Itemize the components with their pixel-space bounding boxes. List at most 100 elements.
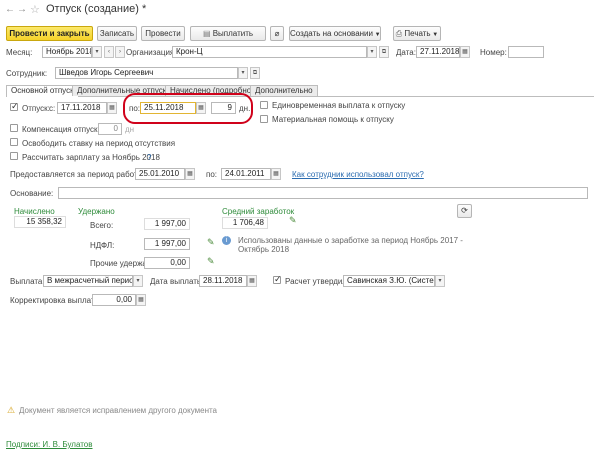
one-time-payment-label: Единовременная выплата к отпуску: [272, 101, 406, 110]
payout-field[interactable]: В межрасчетный период: [43, 275, 133, 287]
period-to-calendar-button[interactable]: ▦: [271, 168, 281, 180]
approver-field[interactable]: Савинская З.Ю. (Системный: [343, 275, 435, 287]
material-help-checkbox[interactable]: [260, 115, 268, 123]
leave-days-field[interactable]: 9: [211, 102, 236, 114]
tabs-underline: [6, 96, 594, 97]
one-time-payment-checkbox[interactable]: [260, 101, 268, 109]
ndfl-edit-icon[interactable]: ✎: [207, 237, 215, 248]
chevron-down-icon: ▼: [430, 32, 439, 38]
info-text-line1: Использованы данные о заработке за перио…: [238, 236, 463, 245]
post-and-close-button[interactable]: Провести и закрыть: [6, 26, 93, 41]
to-label: по:: [129, 104, 141, 113]
pay-label: Выплатить: [212, 29, 254, 38]
refresh-icon: ⟳: [461, 206, 468, 215]
compensation-checkbox[interactable]: [10, 124, 18, 132]
print-button[interactable]: ⎙ Печать ▼: [393, 26, 441, 41]
employee-open-button[interactable]: ⧉: [250, 67, 260, 79]
payout-date-calendar-button[interactable]: ▦: [247, 275, 257, 287]
organization-dropdown-button[interactable]: ▾: [367, 46, 377, 58]
period-from-calendar-button[interactable]: ▦: [185, 168, 195, 180]
ndfl-label: НДФЛ:: [90, 241, 115, 250]
period-from-field[interactable]: 25.01.2010: [135, 168, 185, 180]
accrued-value: 15 358,32: [14, 216, 66, 228]
month-label: Месяц:: [6, 48, 33, 57]
number-field[interactable]: [508, 46, 544, 58]
attach-button[interactable]: ⌀: [270, 26, 284, 41]
how-used-leave-link[interactable]: Как сотрудник использовал отпуск?: [292, 170, 424, 179]
leave-label: Отпуск:: [22, 104, 50, 113]
employee-field[interactable]: Шведов Игорь Сергеевич: [55, 67, 238, 79]
compensation-label: Компенсация отпуска: [22, 125, 103, 134]
month-dropdown-button[interactable]: ▾: [92, 46, 102, 58]
nav-back-icon[interactable]: ←: [5, 4, 15, 15]
from-label: с:: [49, 104, 56, 113]
withheld-label: Удержано: [78, 207, 115, 216]
correction-label: Корректировка выплаты:: [10, 296, 103, 305]
info-icon: i: [222, 236, 231, 245]
correction-calc-button[interactable]: ▦: [136, 294, 146, 306]
pay-button[interactable]: ▤ Выплатить: [190, 26, 266, 41]
payout-dropdown-button[interactable]: ▾: [133, 275, 143, 287]
date-calendar-button[interactable]: ▦: [460, 46, 470, 58]
basis-field[interactable]: [58, 187, 588, 199]
correction-field[interactable]: 0,00: [92, 294, 136, 306]
leave-checkbox[interactable]: [10, 101, 19, 112]
bookmark-star-icon[interactable]: ☆: [30, 3, 40, 16]
chevron-down-icon: ▼: [373, 32, 381, 38]
period-to-label: по:: [206, 170, 218, 179]
organization-open-button[interactable]: ⧉: [379, 46, 389, 58]
leave-from-calendar-button[interactable]: ▦: [107, 102, 117, 114]
month-next-button[interactable]: ›: [115, 46, 125, 58]
approver-dropdown-button[interactable]: ▾: [435, 275, 445, 287]
date-label: Дата:: [396, 48, 416, 57]
leave-from-field[interactable]: 17.11.2018: [57, 102, 107, 114]
payout-date-field[interactable]: 28.11.2018: [199, 275, 247, 287]
nav-forward-icon[interactable]: →: [17, 4, 27, 15]
withheld-total-value: 1 997,00: [144, 218, 190, 230]
number-label: Номер:: [480, 48, 507, 57]
calc-salary-help-icon[interactable]: ?: [147, 153, 151, 162]
avg-earnings-edit-icon[interactable]: ✎: [289, 215, 297, 226]
other-withholdings-edit-icon[interactable]: ✎: [207, 256, 215, 267]
post-button[interactable]: Провести: [141, 26, 185, 41]
compensation-days-field[interactable]: 0: [98, 123, 122, 135]
create-based-label: Создать на основании: [290, 29, 373, 38]
leave-to-field[interactable]: 25.11.2018: [140, 102, 196, 114]
ndfl-value[interactable]: 1 997,00: [144, 238, 190, 250]
period-to-field[interactable]: 24.01.2011: [221, 168, 271, 180]
date-field[interactable]: 27.11.2018: [416, 46, 460, 58]
withheld-total-label: Всего:: [90, 221, 114, 230]
create-based-button[interactable]: Создать на основании ▼: [289, 26, 381, 41]
calc-approved-checkbox[interactable]: [273, 274, 282, 285]
tab-additional[interactable]: Дополнительно: [250, 85, 318, 96]
material-help-label: Материальная помощь к отпуску: [272, 115, 394, 124]
print-label: Печать: [404, 29, 431, 38]
employee-label: Сотрудник:: [6, 69, 48, 78]
free-rate-label: Освободить ставку на период отсутствия: [22, 139, 176, 148]
accrued-label: Начислено: [14, 207, 55, 216]
warning-icon: ⚠: [7, 405, 16, 415]
leave-to-calendar-button[interactable]: ▦: [196, 102, 206, 114]
organization-field[interactable]: Крон-Ц: [172, 46, 367, 58]
tab-main-leave[interactable]: Основной отпуск: [6, 85, 79, 97]
save-button[interactable]: Записать: [97, 26, 137, 41]
free-rate-checkbox[interactable]: [10, 138, 18, 146]
employee-dropdown-button[interactable]: ▾: [238, 67, 248, 79]
payout-date-label: Дата выплаты:: [150, 277, 205, 286]
avg-earnings-label: Средний заработок: [222, 207, 295, 216]
window-title: Отпуск (создание) *: [46, 3, 147, 15]
signatures-link[interactable]: Подписи: И. В. Булатов: [6, 440, 93, 449]
basis-label: Основание:: [10, 189, 54, 198]
days-label: дн.: [239, 104, 251, 113]
info-text-line2: Октябрь 2018: [238, 245, 290, 254]
organization-label: Организация:: [126, 48, 177, 57]
pay-icon: ▤: [202, 29, 213, 38]
month-prev-button[interactable]: ‹: [104, 46, 114, 58]
calc-salary-checkbox[interactable]: [10, 152, 18, 160]
month-field[interactable]: Ноябрь 2018: [42, 46, 92, 58]
recalculate-button[interactable]: ⟳: [457, 204, 472, 218]
paperclip-icon: ⌀: [274, 29, 280, 38]
calc-salary-label: Рассчитать зарплату за Ноябрь 2018: [22, 153, 160, 162]
other-withholdings-value[interactable]: 0,00: [144, 257, 190, 269]
calc-approved-label: Расчет утвердил: [285, 277, 348, 286]
